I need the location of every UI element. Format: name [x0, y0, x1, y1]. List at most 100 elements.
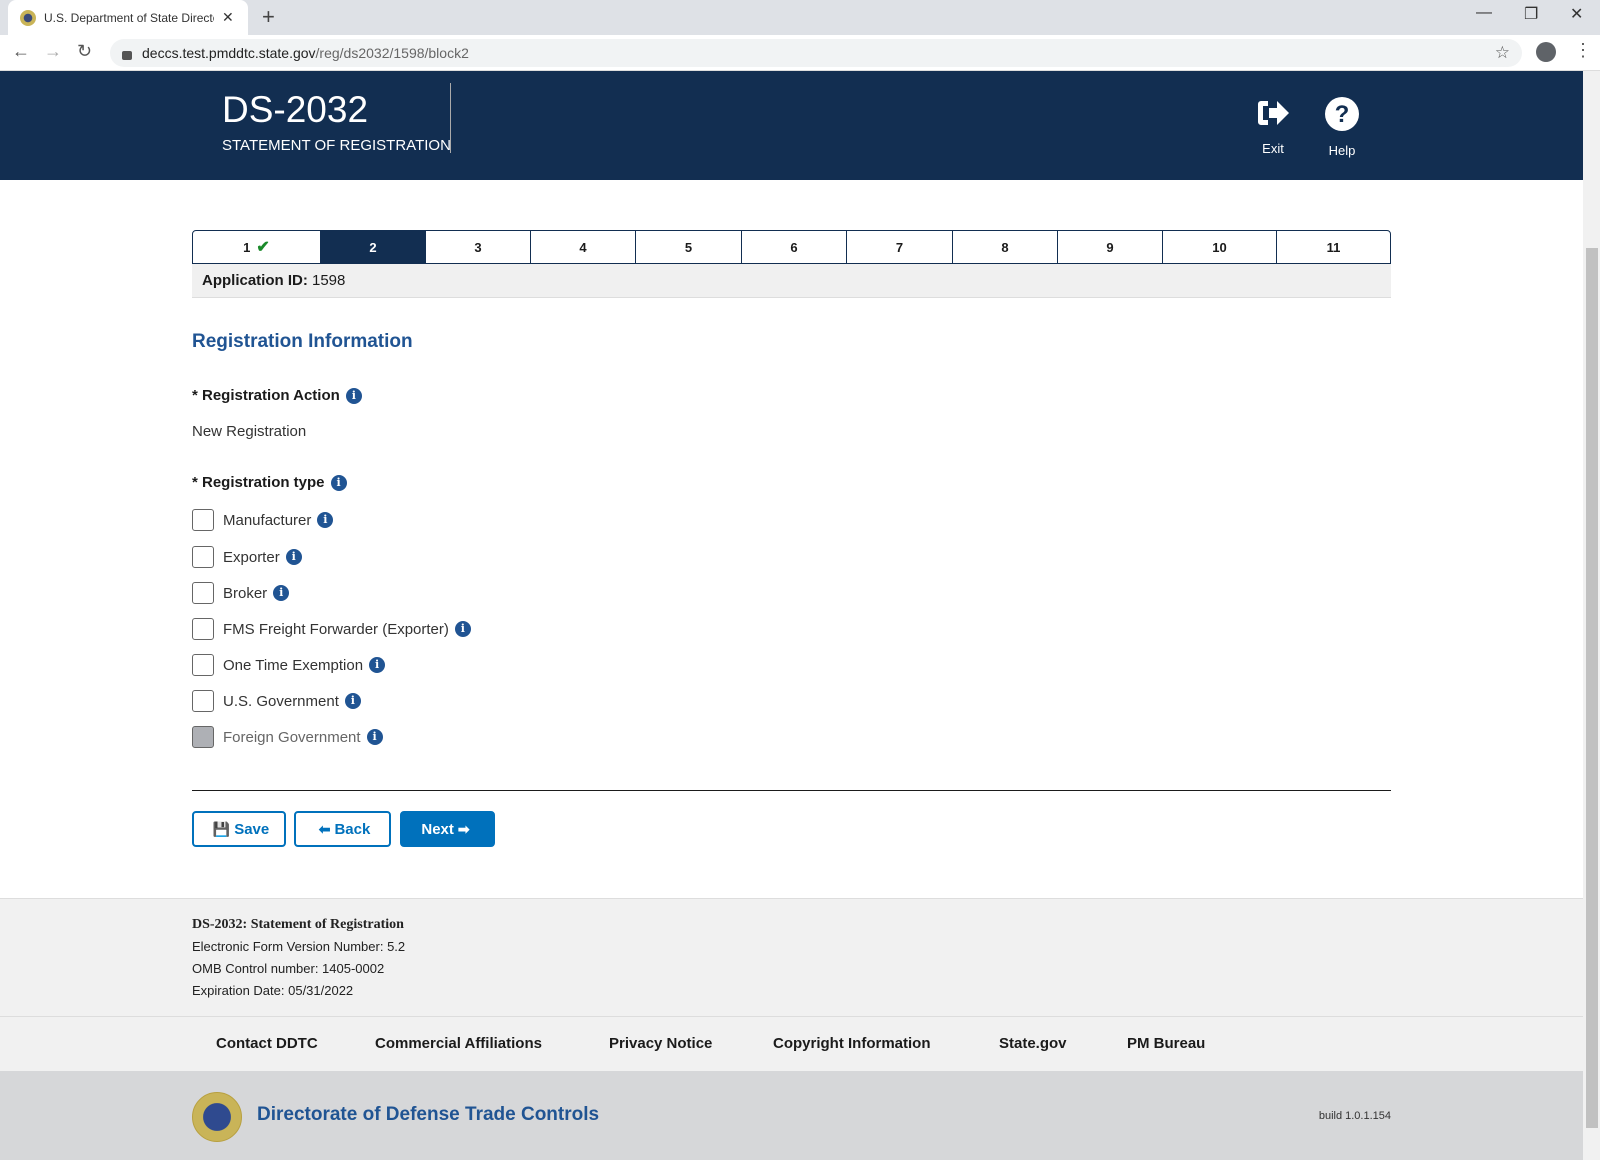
step-navigation: 1 ✔ 2 3 4 5 6 7 8 9 10 11 — [192, 230, 1391, 264]
form-title: DS-2032 — [222, 89, 369, 130]
application-id-bar: Application ID: 1598 — [192, 264, 1391, 298]
help-label: Help — [1328, 143, 1356, 158]
footer-expiration: Expiration Date: 05/31/2022 — [192, 983, 354, 998]
info-icon[interactable]: i — [344, 693, 361, 709]
registration-type-label: * Registration type i — [192, 474, 347, 491]
arrow-left-circle-icon: ⬅ — [318, 820, 331, 837]
checkbox-label[interactable]: FMS Freight Forwarder (Exporter) — [223, 621, 449, 638]
step-label: 3 — [474, 239, 482, 255]
section-title: Registration Information — [192, 331, 413, 352]
link-pm-bureau[interactable]: PM Bureau — [1127, 1035, 1205, 1052]
step-4[interactable]: 4 — [531, 231, 636, 263]
checkbox-label[interactable]: Manufacturer — [223, 512, 311, 529]
checkbox-fms-freight-forwarder[interactable]: FMS Freight Forwarder (Exporter) i — [192, 618, 471, 640]
floppy-disk-icon: 💾 — [212, 820, 231, 837]
profile-avatar-icon[interactable] — [1536, 42, 1556, 62]
step-label: 4 — [579, 239, 587, 255]
step-label: 8 — [1001, 239, 1009, 255]
checkbox[interactable] — [192, 582, 214, 604]
back-button[interactable]: ⬅ Back — [294, 811, 391, 847]
checkbox[interactable] — [192, 654, 214, 676]
minimize-button[interactable]: — — [1476, 4, 1492, 22]
checkbox[interactable] — [192, 509, 214, 531]
step-6[interactable]: 6 — [742, 231, 847, 263]
checkbox[interactable] — [192, 618, 214, 640]
step-1[interactable]: 1 ✔ — [193, 231, 321, 263]
step-label: 9 — [1106, 239, 1114, 255]
registration-action-value: New Registration — [192, 423, 307, 440]
url-field[interactable]: deccs.test.pmddtc.state.gov/reg/ds2032/1… — [110, 39, 1522, 67]
step-3[interactable]: 3 — [426, 231, 531, 263]
checkmark-icon: ✔ — [256, 239, 270, 256]
url-path: /reg/ds2032/1598/block2 — [315, 45, 469, 61]
checkbox[interactable] — [192, 690, 214, 712]
reload-icon[interactable]: ↻ — [77, 41, 92, 62]
checkbox-label[interactable]: Exporter — [223, 549, 280, 566]
step-11[interactable]: 11 — [1277, 231, 1390, 263]
application-id-label: Application ID: — [202, 272, 308, 289]
new-tab-button[interactable]: + — [262, 4, 275, 30]
divider — [192, 790, 1391, 791]
footer-brand: Directorate of Defense Trade Controls bu… — [0, 1071, 1583, 1160]
info-icon[interactable]: i — [345, 387, 362, 404]
step-5[interactable]: 5 — [636, 231, 742, 263]
step-label: 6 — [790, 239, 798, 255]
save-button[interactable]: 💾 Save — [192, 811, 286, 847]
link-contact-ddtc[interactable]: Contact DDTC — [216, 1035, 318, 1052]
label-text: * Registration type — [192, 474, 325, 491]
step-label: 1 — [243, 239, 251, 255]
info-icon[interactable]: i — [273, 585, 290, 601]
info-icon[interactable]: i — [454, 621, 471, 637]
browser-tab[interactable]: U.S. Department of State Directorate of … — [8, 0, 248, 35]
checkbox-label: Foreign Government — [223, 728, 361, 746]
next-button[interactable]: Next ➡ — [400, 811, 495, 847]
close-window-button[interactable]: ✕ — [1570, 4, 1583, 24]
scrollbar-thumb[interactable] — [1586, 248, 1598, 1128]
link-privacy-notice[interactable]: Privacy Notice — [609, 1035, 712, 1052]
exit-icon — [1258, 101, 1289, 125]
form-info-footer: DS-2032: Statement of Registration Elect… — [0, 898, 1583, 1016]
checkbox-manufacturer[interactable]: Manufacturer i — [192, 509, 334, 531]
restore-button[interactable]: ❐ — [1524, 4, 1538, 24]
step-8[interactable]: 8 — [953, 231, 1058, 263]
address-bar-row: ← → ↻ deccs.test.pmddtc.state.gov/reg/ds… — [0, 35, 1600, 71]
back-arrow-icon[interactable]: ← — [12, 41, 30, 62]
exit-button[interactable]: Exit — [1243, 97, 1303, 156]
step-10[interactable]: 10 — [1163, 231, 1277, 263]
footer-links: Contact DDTC Commercial Affiliations Pri… — [0, 1016, 1583, 1071]
link-copyright-information[interactable]: Copyright Information — [773, 1035, 931, 1052]
info-icon[interactable]: i — [317, 512, 334, 528]
step-label: 11 — [1326, 239, 1341, 255]
bookmark-star-icon[interactable]: ☆ — [1495, 43, 1510, 63]
checkbox-us-government[interactable]: U.S. Government i — [192, 690, 361, 712]
link-commercial-affiliations[interactable]: Commercial Affiliations — [375, 1035, 542, 1052]
step-9[interactable]: 9 — [1058, 231, 1163, 263]
footer-form-title: DS-2032: Statement of Registration — [192, 917, 404, 932]
checkbox-label[interactable]: U.S. Government — [223, 693, 339, 710]
info-icon[interactable]: i — [330, 474, 347, 491]
info-icon[interactable]: i — [285, 549, 302, 565]
checkbox-exporter[interactable]: Exporter i — [192, 546, 302, 568]
info-icon[interactable]: i — [369, 657, 386, 673]
browser-menu-icon[interactable]: ⋮ — [1574, 40, 1592, 61]
page-header: DS-2032 STATEMENT OF REGISTRATION Exit ?… — [0, 71, 1583, 180]
registration-action-label: * Registration Action i — [192, 387, 362, 404]
help-button[interactable]: ? Help — [1312, 97, 1372, 158]
checkbox-broker[interactable]: Broker i — [192, 582, 290, 604]
info-icon[interactable]: i — [366, 729, 383, 745]
step-2[interactable]: 2 — [321, 231, 426, 263]
browser-tab-strip: U.S. Department of State Directorate of … — [0, 0, 1600, 35]
checkbox-disabled — [192, 726, 214, 748]
checkbox-label[interactable]: Broker — [223, 585, 267, 602]
tab-title: U.S. Department of State Directorate of … — [44, 10, 214, 25]
help-icon: ? — [1325, 97, 1359, 131]
checkbox-label[interactable]: One Time Exemption — [223, 657, 363, 674]
close-tab-icon[interactable]: ✕ — [222, 9, 234, 26]
link-state-gov[interactable]: State.gov — [999, 1035, 1067, 1052]
step-7[interactable]: 7 — [847, 231, 953, 263]
org-name: Directorate of Defense Trade Controls — [257, 1104, 600, 1125]
checkbox[interactable] — [192, 546, 214, 568]
build-version: build 1.0.1.154 — [1318, 1110, 1391, 1122]
forward-arrow-icon[interactable]: → — [44, 41, 62, 62]
checkbox-one-time-exemption[interactable]: One Time Exemption i — [192, 654, 386, 676]
